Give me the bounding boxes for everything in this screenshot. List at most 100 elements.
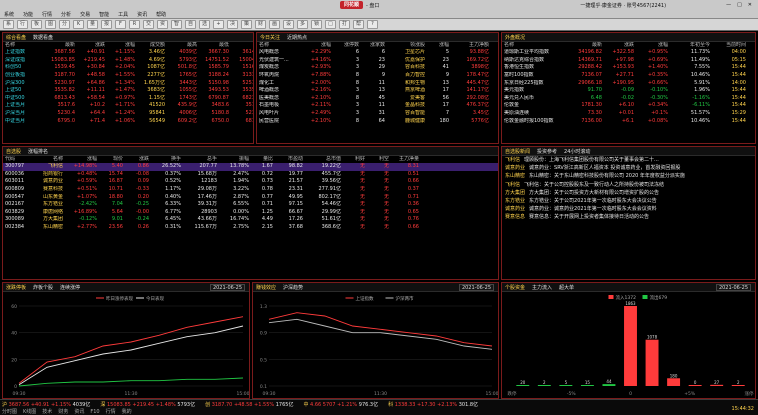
table-row[interactable]: 风电概念 +2.29% 6 6 卫星芯片 5 93.88亿 bbox=[257, 49, 498, 57]
status-index-2[interactable]: 创 3187.70 +48.58 +1.55% 1765亿 bbox=[205, 401, 293, 408]
toolbar-button-4[interactable]: 分 bbox=[59, 20, 70, 29]
tab-main-inflow[interactable]: 主力流入 bbox=[532, 284, 552, 291]
status-index-3[interactable]: 中 4.66 5707 +1.21% 976.3亿 bbox=[303, 401, 378, 408]
toolbar-button-26[interactable]: ? bbox=[367, 20, 378, 29]
tab-data-view[interactable]: 数据看盘 bbox=[33, 34, 53, 41]
bottom-tab-2[interactable]: 技术 bbox=[42, 408, 52, 415]
table-row[interactable]: 002384 东山精密 +2.77% 23.56 0.26 0.31% 115.67万 2.7… bbox=[3, 224, 498, 232]
table-row[interactable]: 中证500 6813.43 +58.54 +0.97% 1.15亿 1743亿 6790.8… bbox=[3, 95, 253, 103]
news-item[interactable]: 飞利信 理顾股份：上海飞利信集团股份有限公司关于董事会第二十... bbox=[502, 156, 755, 164]
table-row[interactable]: 伦敦金融时报100指数 7136.00 +6.1 +0.08% 10.46% 15:44 bbox=[502, 117, 755, 125]
minimize-icon[interactable]: — bbox=[726, 2, 731, 8]
table-row[interactable]: 中证当月 6795.0 +71.4 +1.06% 56549 609.2亿 6750.0 68… bbox=[3, 117, 253, 125]
toolbar-button-8[interactable]: F bbox=[115, 20, 126, 29]
table-row[interactable]: 民营医院 +2.10% 8 64 鹿城健康 180 5776亿 bbox=[257, 117, 498, 125]
table-row[interactable]: 600809 赛意科技 +0.51% 10.71 -0.33 1.17% 29.08万 3.2… bbox=[3, 186, 498, 194]
table-row[interactable]: 环氧丙烷 +7.88% 8 9 百力智控 9 178.47亿 bbox=[257, 72, 498, 80]
toolbar-button-19[interactable]: 画 bbox=[269, 20, 280, 29]
status-index-4[interactable]: 科 1338.33 +17.30 +2.13% 301.8亿 bbox=[388, 401, 478, 408]
news-item[interactable]: 诚意药业 诚意药业：SRV浙江高新区人福资本 投资诚意药业，首发融资回报股 bbox=[502, 164, 755, 172]
bottom-tab-1[interactable]: K线图 bbox=[23, 408, 36, 415]
menu-item-6[interactable]: 工具 bbox=[118, 11, 128, 18]
table-row[interactable]: 美元兑人民币 6.48 -0.02 -0.30% -1.16% 15:44 bbox=[502, 95, 755, 103]
menu-item-4[interactable]: 交易 bbox=[80, 11, 90, 18]
table-row[interactable]: 科创50 1539.45 +30.84 +2.04% 1087亿 501.8亿 1585.7… bbox=[3, 64, 253, 72]
toolbar-button-12[interactable]: 智 bbox=[171, 20, 182, 29]
bottom-tab-4[interactable]: 资讯 bbox=[74, 408, 84, 415]
menu-item-5[interactable]: 智能 bbox=[99, 11, 109, 18]
table-row[interactable]: 美原油连续 73.30 +0.01 +0.1% 51.57% 15:29 bbox=[502, 110, 755, 118]
toolbar-button-10[interactable]: 交 bbox=[143, 20, 154, 29]
table-row[interactable]: 光伏建筑一... +4.16% 3 23 优嘉保护 23 169.72亿 bbox=[257, 57, 498, 65]
table-row[interactable]: 沪深300 5230.97 +64.86 +1.34% 1.65万亿 3443亿 5150.… bbox=[3, 79, 253, 87]
tab-gainers[interactable]: 涨幅排名 bbox=[28, 148, 48, 155]
toolbar-button-0[interactable]: 系 bbox=[3, 20, 14, 29]
bottom-tab-5[interactable]: F10 bbox=[90, 409, 99, 415]
table-row[interactable]: 道琼斯工业平均指数 34196.82 +322.58 +0.95% 11.73% 04:0… bbox=[502, 49, 755, 57]
tab-market-overview[interactable]: 综合看盘 bbox=[6, 34, 26, 41]
toolbar-button-7[interactable]: 报 bbox=[101, 20, 112, 29]
toolbar-button-24[interactable]: 打 bbox=[339, 20, 350, 29]
toolbar-button-20[interactable]: 设 bbox=[283, 20, 294, 29]
menu-item-1[interactable]: 功能 bbox=[23, 11, 33, 18]
table-row[interactable]: 啤酒概念 +2.16% 3 13 燕京啤酒 17 141.17亿 bbox=[257, 87, 498, 95]
bottom-tab-6[interactable]: 行情 bbox=[106, 408, 116, 415]
table-row[interactable]: 603011 诚意药业 +0.59% 16.87 0.09 0.52% 12183 1.94%… bbox=[3, 178, 498, 186]
toolbar-button-18[interactable]: 财 bbox=[255, 20, 266, 29]
tab-global-markets[interactable]: 外盘概况 bbox=[505, 34, 525, 41]
tab-today-focus[interactable]: 今日关注 bbox=[260, 34, 280, 41]
news-item[interactable]: 诚意药业 诚意药业：诚意药业2021年第一次临时股东大会会议资料 bbox=[502, 205, 755, 213]
news-item[interactable]: 飞利信 飞利信：关于公司控股股东及一致行动人之所持股份被司法冻结 bbox=[502, 181, 755, 189]
table-row[interactable]: 600036 招商银行 +0.48% 15.74 -0.08 0.37% 15.68万 2.4… bbox=[3, 171, 498, 179]
table-row[interactable]: 上证50 3535.82 +11.11 +1.47% 3683亿 1055亿 3493.53… bbox=[3, 87, 253, 95]
toolbar-button-6[interactable]: 量 bbox=[87, 20, 98, 29]
toolbar-button-3[interactable]: 图 bbox=[45, 20, 56, 29]
news-item[interactable]: 东方锆业 东方锆业：关于公司2021年第一次临时股东大会决议公告 bbox=[502, 197, 755, 205]
tab-investment-ref[interactable]: 投资参考 bbox=[537, 148, 557, 155]
tab-limit[interactable]: 涨跌停板 bbox=[6, 284, 26, 291]
toolbar-button-16[interactable]: 决 bbox=[227, 20, 238, 29]
toolbar-button-14[interactable]: 选 bbox=[199, 20, 210, 29]
menu-item-3[interactable]: 分析 bbox=[61, 11, 71, 18]
news-item[interactable]: 赛意信息 赛意信息：关于开展网上投资者集体接待日活动的公告 bbox=[502, 213, 755, 221]
toolbar-button-15[interactable]: + bbox=[213, 20, 224, 29]
table-row[interactable]: 600547 山东黄金 +1.07% 18.80 0.20 0.40% 17.46万 2.87… bbox=[3, 193, 498, 201]
table-row[interactable]: 纳斯达克综合指数 14369.71 +97.98 +0.69% 11.49% 05:15 bbox=[502, 57, 755, 65]
table-row[interactable]: 煤化工 +2.00% 8 11 和邦生物 13 445.47亿 bbox=[257, 79, 498, 87]
toolbar-button-22[interactable]: 锁 bbox=[311, 20, 322, 29]
date-picker[interactable]: 2021-06-25 bbox=[458, 283, 494, 291]
toolbar-button-21[interactable]: 多 bbox=[297, 20, 308, 29]
date-picker[interactable]: 2021-06-25 bbox=[209, 283, 245, 291]
news-item[interactable]: 方大集团 方大集团：关于公司投资方大新材有限公司增资扩股的公告 bbox=[502, 189, 755, 197]
toolbar-button-11[interactable]: 资 bbox=[157, 20, 168, 29]
status-index-1[interactable]: 深 15083.85 +219.45 +1.48% 5793亿 bbox=[100, 401, 195, 408]
table-row[interactable]: 300797 飞利信 +14.98% 5.40 0.86 26.52% 207.77 13.7… bbox=[3, 163, 498, 171]
table-row[interactable]: 沪深当月 5230.4 +64.4 +1.24% 95841 4006亿 5180.8 523… bbox=[3, 110, 253, 118]
toolbar-button-1[interactable]: 行 bbox=[17, 20, 28, 29]
tab-broken-board[interactable]: 炸板个股 bbox=[33, 284, 53, 291]
table-row[interactable]: 上证指数 3687.56 +40.91 +1.15% 3.46亿 4039亿 3667.30… bbox=[3, 49, 253, 57]
table-row[interactable]: 医美概念 +2.10% 8 45 爱美客 56 292.08亿 bbox=[257, 95, 498, 103]
tab-continuous[interactable]: 连续涨停 bbox=[60, 284, 80, 291]
table-row[interactable]: 美元指数 91.70 -0.09 -0.10% 1.96% 15:44 bbox=[502, 87, 755, 95]
menu-item-2[interactable]: 行情 bbox=[42, 11, 52, 18]
table-row[interactable]: 伦敦金 1781.30 +6.10 +0.34% -6.11% 15:44 bbox=[502, 102, 755, 110]
table-row[interactable]: 石墨电极 +2.11% 3 11 金晶科技 17 476.37亿 bbox=[257, 102, 498, 110]
table-row[interactable]: 300089 方大集团 -0.12% 9.01 -0.24 6.45% 43.66万 16.7… bbox=[3, 216, 498, 224]
toolbar-button-17[interactable]: 策 bbox=[241, 20, 252, 29]
table-row[interactable]: 603829 康唐网络 +16.89% 5.64 -0.00 6.77% 28903 0.00… bbox=[3, 209, 498, 217]
bottom-tab-0[interactable]: 分时图 bbox=[2, 408, 17, 415]
bottom-tab-3[interactable]: 财务 bbox=[58, 408, 68, 415]
table-row[interactable]: 香港恒生指数 29288.42 +153.93 +1.40% 7.55% 15:44 bbox=[502, 64, 755, 72]
date-picker[interactable]: 2021-06-25 bbox=[715, 283, 751, 291]
menu-item-8[interactable]: 帮助 bbox=[156, 11, 166, 18]
table-row[interactable]: 风电叶片 +2.49% 3 31 容百智能 7 3.45亿 bbox=[257, 110, 498, 118]
tab-watchlist-news[interactable]: 自选股新闻 bbox=[505, 148, 530, 155]
tab-watchlist[interactable]: 自选股 bbox=[6, 148, 21, 155]
table-row[interactable]: 富时100指数 7136.07 +27.71 +0.35% 10.46% 15:44 bbox=[502, 72, 755, 80]
toolbar-button-2[interactable]: 板 bbox=[31, 20, 42, 29]
tab-recent-hot[interactable]: 近期热点 bbox=[287, 34, 307, 41]
toolbar-button-25[interactable]: 帮 bbox=[353, 20, 364, 29]
bottom-tab-7[interactable]: 我的 bbox=[122, 408, 132, 415]
toolbar-button-9[interactable]: R bbox=[129, 20, 140, 29]
